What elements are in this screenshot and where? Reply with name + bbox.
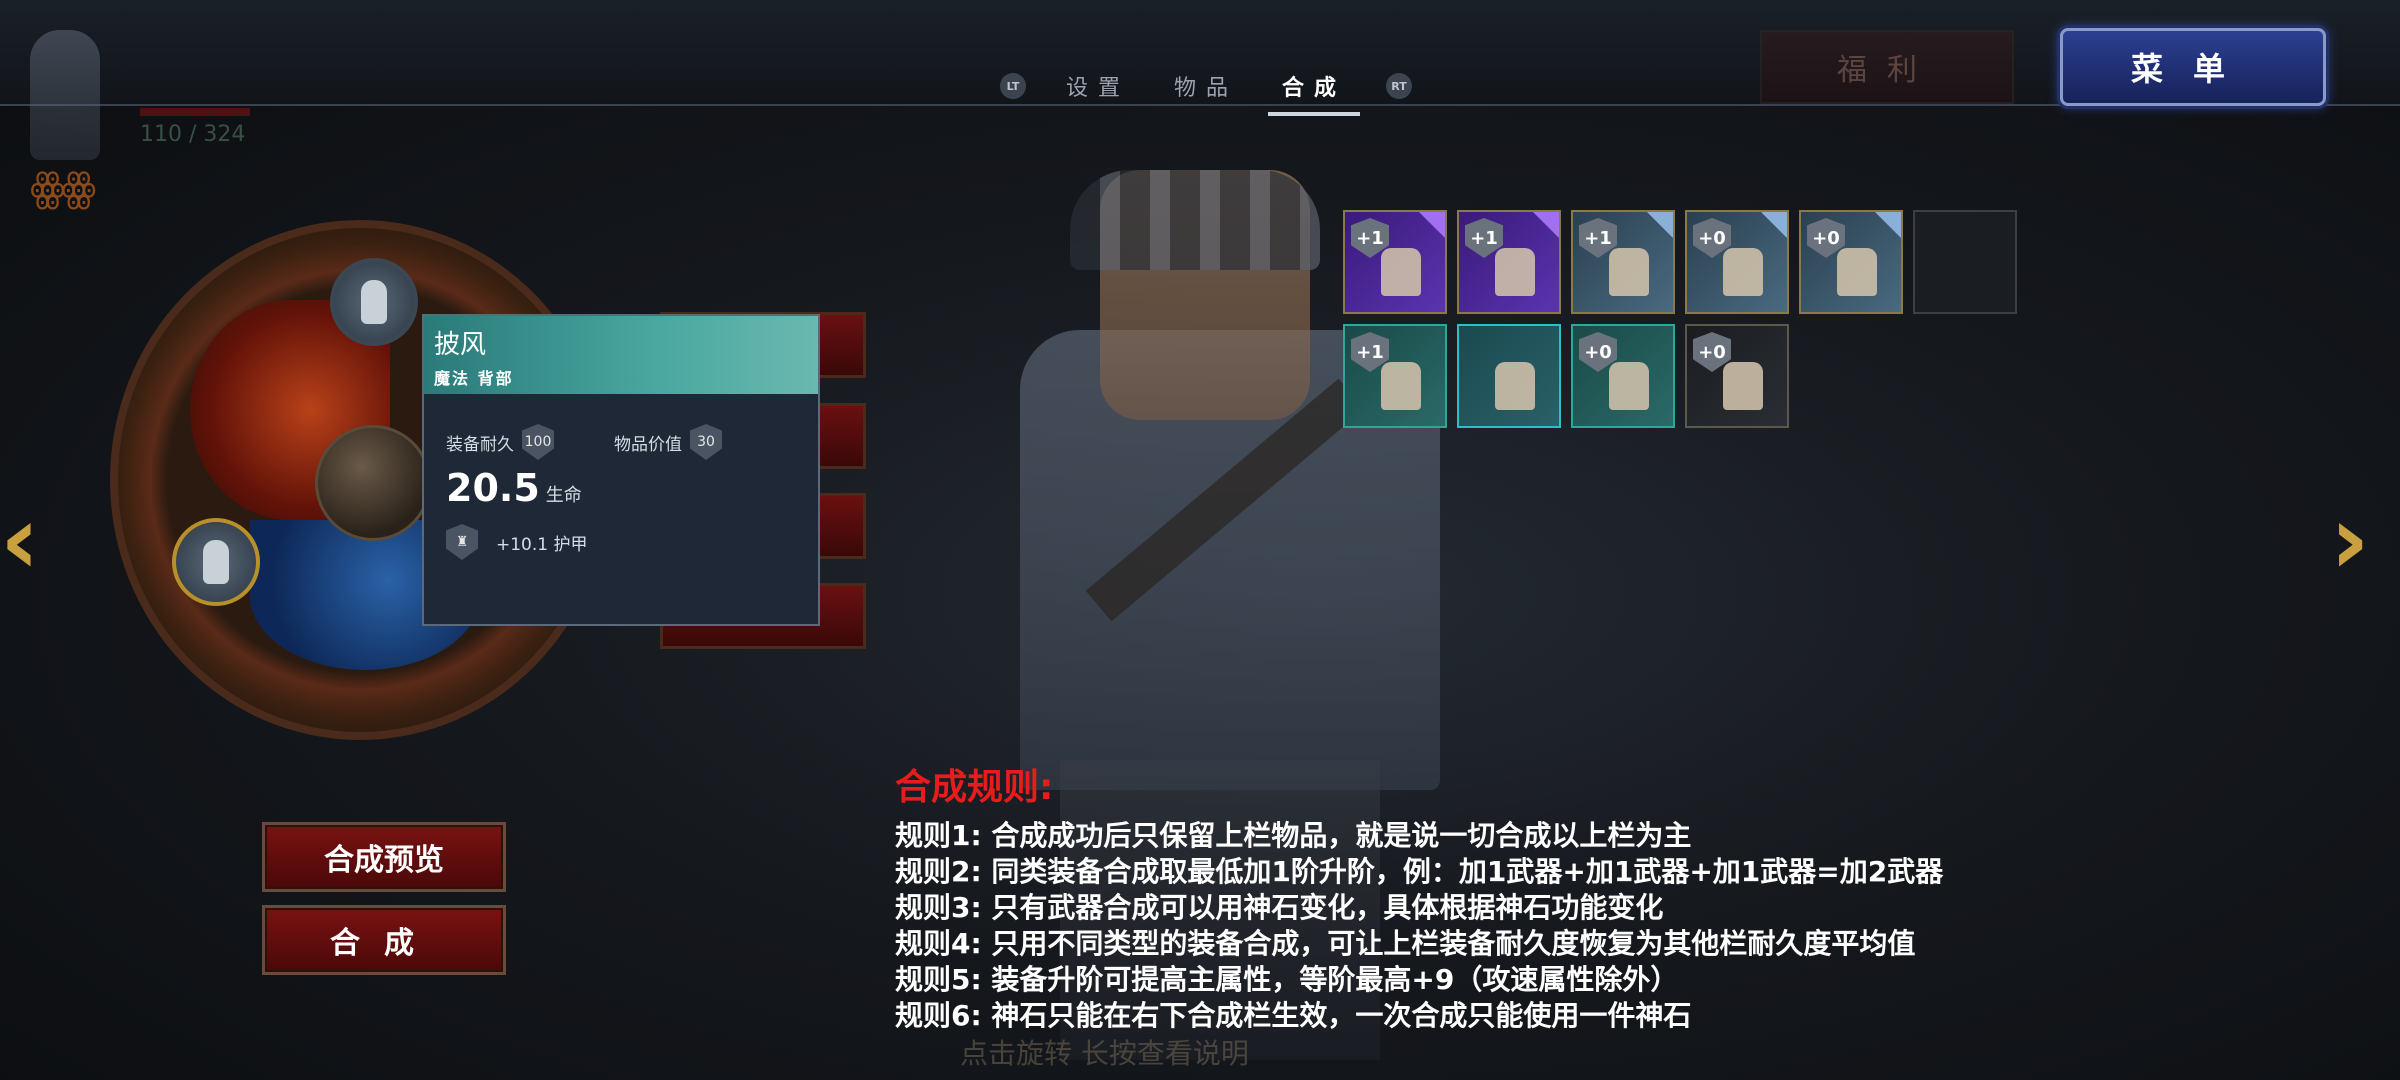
value-label: 物品价值 — [614, 434, 682, 455]
rule-line: 规则3: 只有武器合成可以用神石变化，具体根据神石功能变化 — [895, 891, 1664, 924]
craft-preview-button[interactable]: 合成预览 — [262, 822, 506, 892]
inventory-slot[interactable]: +0 — [1685, 210, 1789, 314]
shoulder-icon — [1723, 362, 1763, 410]
tab-craft[interactable]: 合成 — [1268, 66, 1361, 116]
player-portrait — [30, 30, 100, 160]
inventory-slot[interactable]: +0 — [1571, 324, 1675, 428]
ring-icon — [1723, 248, 1763, 296]
inventory-slot[interactable]: +0 — [1799, 210, 1903, 314]
main-stat-unit: 生命 — [545, 485, 582, 506]
welfare-button[interactable]: 福利 — [1760, 30, 2014, 104]
hp-bar — [140, 108, 250, 116]
inventory-slot[interactable]: +1 — [1343, 210, 1447, 314]
armor-stat: ♜ +10.1 护甲 — [446, 524, 588, 560]
chevron-right-icon[interactable]: › — [2330, 492, 2400, 588]
wheel-slot-left[interactable] — [172, 518, 260, 606]
hint-text: 点击旋转 长按查看说明 — [960, 1037, 1249, 1070]
item-type: 魔法 背部 — [434, 369, 514, 388]
armor-icon — [1609, 248, 1649, 296]
main-stat: 20.5 生命 — [446, 466, 582, 510]
glove-icon — [203, 540, 229, 584]
armor-icon: ♜ — [446, 524, 478, 560]
rule-line: 规则5: 装备升阶可提高主属性，等阶最高+9（攻速属性除外） — [895, 963, 1679, 996]
tooltip-header: 披风 魔法 背部 — [424, 316, 818, 394]
craft-rules: 合成规则: 规则1: 合成成功后只保留上栏物品，就是说一切合成以上栏为主 规则2… — [895, 758, 1943, 1034]
wheel-center-orb[interactable] — [315, 425, 431, 541]
inventory-slot[interactable]: +1 — [1571, 210, 1675, 314]
rules-title: 合成规则: — [895, 767, 1054, 808]
durability-value: 100 — [522, 424, 554, 460]
tab-items[interactable]: 物品 — [1170, 66, 1242, 106]
lt-button[interactable]: LT — [1000, 73, 1026, 99]
item-tooltip: 披风 魔法 背部 装备耐久 100 物品价值 30 20.5 生命 ♜ +10.1… — [422, 314, 820, 626]
tab-bar: LT 设置 物品 合成 RT — [1000, 66, 1413, 116]
inventory-slot[interactable]: +1 — [1343, 324, 1447, 428]
greaves-icon — [1495, 248, 1535, 296]
glove-icon — [361, 280, 387, 324]
tab-settings[interactable]: 设置 — [1062, 66, 1134, 106]
menu-button[interactable]: 菜单 — [2060, 28, 2326, 106]
rule-line: 规则2: 同类装备合成取最低加1阶升阶，例：加1武器+加1武器+加1武器=加2武… — [895, 855, 1944, 888]
glove-icon — [1495, 362, 1535, 410]
rule-line: 规则6: 神石只能在右下合成栏生效，一次合成只能使用一件神石 — [895, 999, 1692, 1032]
tooltip-stats-row: 装备耐久 100 物品价值 30 — [446, 424, 732, 460]
inventory-slot[interactable]: +1 — [1457, 210, 1561, 314]
craft-button[interactable]: 合成 — [262, 905, 506, 975]
value-value: 30 — [690, 424, 722, 460]
hp-text: 110 / 324 — [140, 122, 246, 147]
character-hat — [1070, 170, 1320, 270]
bracer-icon — [1837, 248, 1877, 296]
inventory-slot-empty[interactable] — [1913, 210, 2017, 314]
cape-icon — [1609, 362, 1649, 410]
durability-label: 装备耐久 — [446, 434, 514, 455]
class-badge-icon: ꙮꙮ — [30, 165, 96, 211]
armor-text: +10.1 护甲 — [496, 534, 588, 555]
rule-line: 规则4: 只用不同类型的装备合成，可让上栏装备耐久度恢复为其他栏耐久度平均值 — [895, 927, 1916, 960]
inventory-slot[interactable] — [1457, 324, 1561, 428]
boots-icon — [1381, 248, 1421, 296]
chevron-left-icon[interactable]: ‹ — [0, 492, 70, 588]
wheel-slot-top[interactable] — [330, 258, 418, 346]
rt-button[interactable]: RT — [1386, 73, 1413, 99]
rule-line: 规则1: 合成成功后只保留上栏物品，就是说一切合成以上栏为主 — [895, 819, 1692, 852]
gauntlet-icon — [1381, 362, 1421, 410]
item-name: 披风 — [434, 330, 487, 360]
inventory-slot[interactable]: +0 — [1685, 324, 1789, 428]
main-stat-value: 20.5 — [446, 466, 540, 510]
